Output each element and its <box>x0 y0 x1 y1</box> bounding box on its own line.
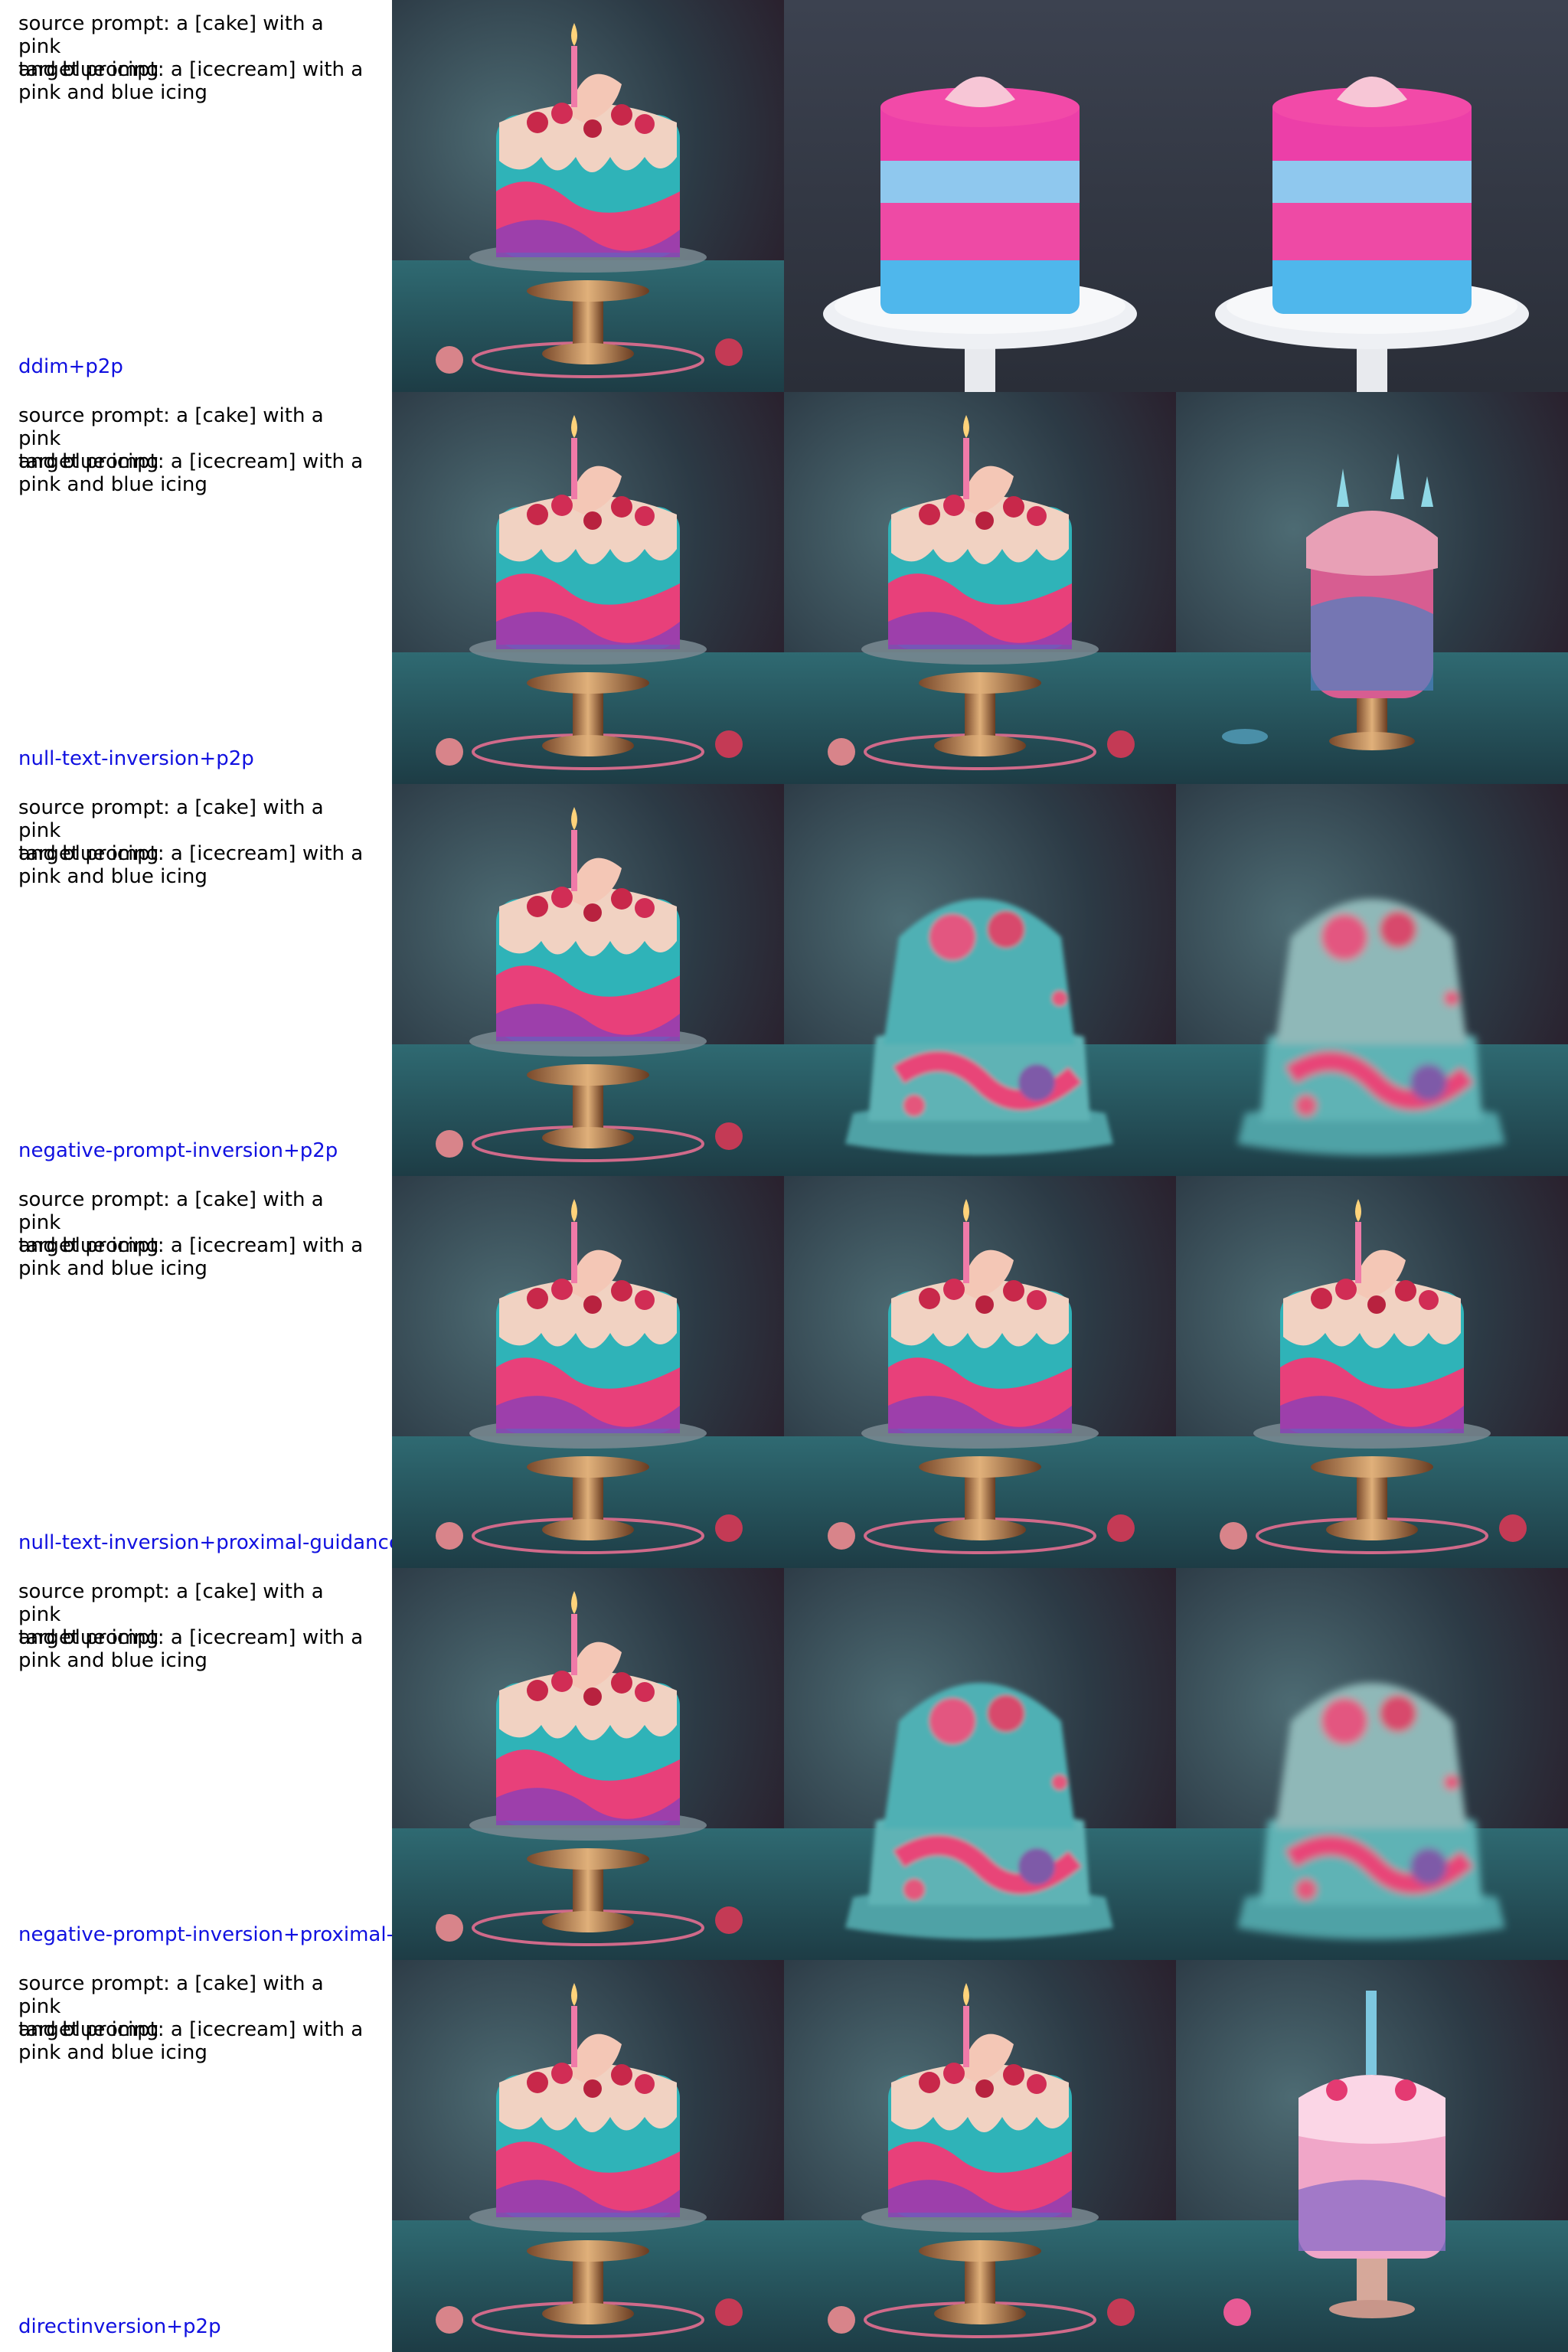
result-row: source prompt: a [cake] with a pink and … <box>0 1176 1568 1568</box>
generated-image-illustration <box>784 0 1176 392</box>
generated-image-illustration <box>392 0 784 392</box>
method-label: null-text-inversion+proximal-guidance <box>18 1531 392 1554</box>
row-label-column: source prompt: a [cake] with a pink and … <box>0 392 392 784</box>
edited-image <box>1176 1176 1568 1568</box>
target-prompt-text: target prompt: a [icecream] with a pink … <box>18 1626 364 1672</box>
reconstruction-image <box>784 1176 1176 1568</box>
generated-image-illustration <box>392 1960 784 2352</box>
generated-image-illustration <box>1176 392 1568 784</box>
result-row: source prompt: a [cake] with a pink and … <box>0 1960 1568 2352</box>
generated-image-illustration <box>392 1176 784 1568</box>
generated-image-illustration <box>1176 1960 1568 2352</box>
edited-image <box>1176 784 1568 1176</box>
edited-image <box>1176 392 1568 784</box>
method-label: ddim+p2p <box>18 355 123 378</box>
edited-image <box>1176 1960 1568 2352</box>
generated-image-illustration <box>784 392 1176 784</box>
method-label: directinversion+p2p <box>18 2315 221 2338</box>
results-grid: source prompt: a [cake] with a pink and … <box>0 0 1568 2352</box>
generated-image-illustration <box>1176 1568 1568 1960</box>
generated-image-illustration <box>392 784 784 1176</box>
target-prompt-text: target prompt: a [icecream] with a pink … <box>18 58 364 104</box>
reconstruction-image <box>784 784 1176 1176</box>
result-row: source prompt: a [cake] with a pink and … <box>0 392 1568 784</box>
source-image <box>392 1176 784 1568</box>
target-prompt-text: target prompt: a [icecream] with a pink … <box>18 450 364 496</box>
source-image <box>392 0 784 392</box>
source-image <box>392 784 784 1176</box>
result-row: source prompt: a [cake] with a pink and … <box>0 0 1568 392</box>
result-row: source prompt: a [cake] with a pink and … <box>0 784 1568 1176</box>
generated-image-illustration <box>1176 0 1568 392</box>
generated-image-illustration <box>784 1176 1176 1568</box>
reconstruction-image <box>784 1568 1176 1960</box>
generated-image-illustration <box>784 1960 1176 2352</box>
method-label: negative-prompt-inversion+p2p <box>18 1139 338 1162</box>
target-prompt-text: target prompt: a [icecream] with a pink … <box>18 842 364 888</box>
reconstruction-image <box>784 1960 1176 2352</box>
generated-image-illustration <box>784 1568 1176 1960</box>
target-prompt-text: target prompt: a [icecream] with a pink … <box>18 1234 364 1280</box>
method-label: null-text-inversion+p2p <box>18 747 254 770</box>
generated-image-illustration <box>1176 1176 1568 1568</box>
generated-image-illustration <box>1176 784 1568 1176</box>
generated-image-illustration <box>392 392 784 784</box>
edited-image <box>1176 1568 1568 1960</box>
source-image <box>392 1960 784 2352</box>
method-label: negative-prompt-inversion+proximal-g <box>18 1923 392 1946</box>
reconstruction-image <box>784 0 1176 392</box>
row-label-column: source prompt: a [cake] with a pink and … <box>0 1176 392 1568</box>
row-label-column: source prompt: a [cake] with a pink and … <box>0 784 392 1176</box>
row-label-column: source prompt: a [cake] with a pink and … <box>0 1960 392 2352</box>
generated-image-illustration <box>392 1568 784 1960</box>
target-prompt-text: target prompt: a [icecream] with a pink … <box>18 2018 364 2064</box>
reconstruction-image <box>784 392 1176 784</box>
result-row: source prompt: a [cake] with a pink and … <box>0 1568 1568 1960</box>
source-image <box>392 392 784 784</box>
edited-image <box>1176 0 1568 392</box>
source-image <box>392 1568 784 1960</box>
row-label-column: source prompt: a [cake] with a pink and … <box>0 0 392 392</box>
generated-image-illustration <box>784 784 1176 1176</box>
row-label-column: source prompt: a [cake] with a pink and … <box>0 1568 392 1960</box>
